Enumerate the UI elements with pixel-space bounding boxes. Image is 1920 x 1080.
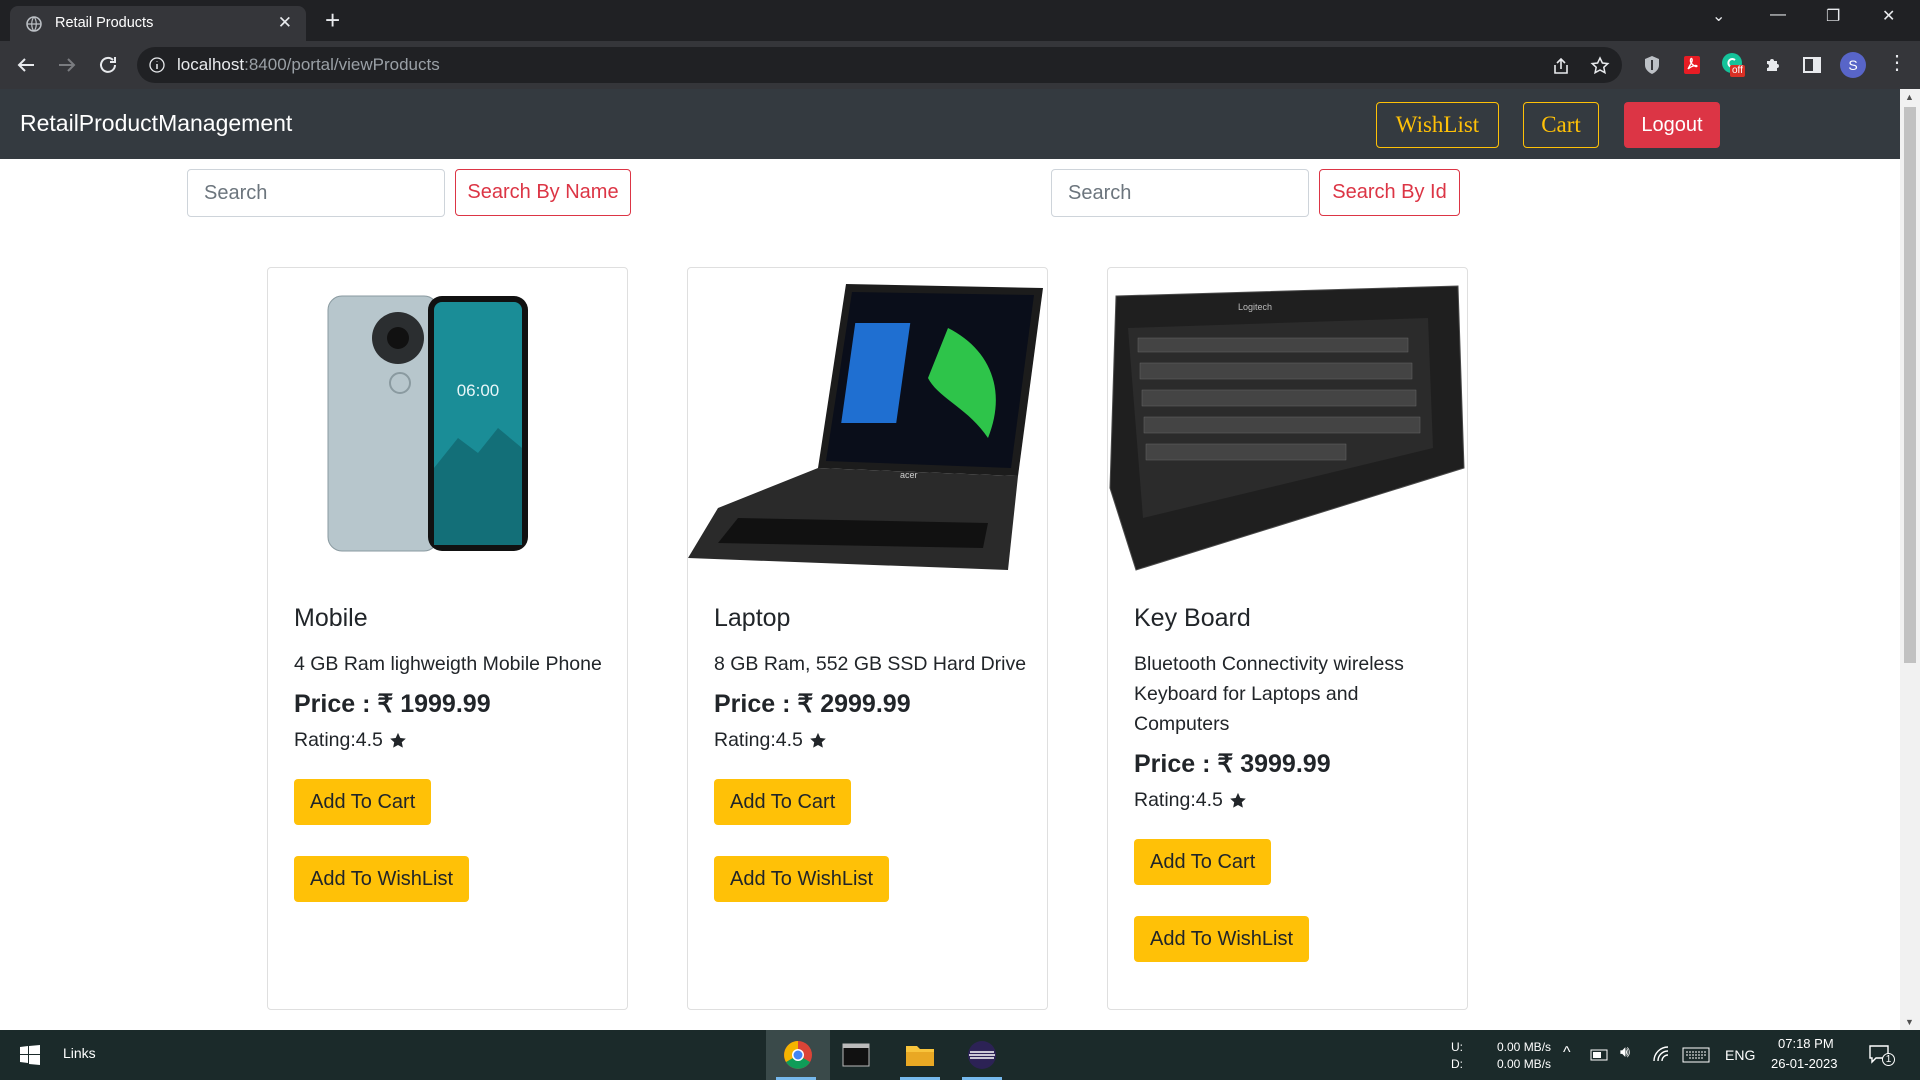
product-description: 8 GB Ram, 552 GB SSD Hard Drive — [714, 653, 1027, 675]
shield-icon[interactable] — [1640, 53, 1664, 77]
restore-icon[interactable]: ❐ — [1826, 6, 1840, 26]
battery-icon[interactable] — [1590, 1048, 1610, 1062]
product-description: 4 GB Ram lighweigth Mobile Phone — [294, 653, 602, 675]
keyboard-brand-text: Logitech — [1238, 302, 1272, 312]
minimize-icon[interactable]: — — [1770, 6, 1786, 24]
info-icon[interactable] — [149, 57, 165, 73]
new-tab-icon[interactable]: + — [325, 6, 340, 34]
search-by-name-button[interactable]: Search By Name — [455, 169, 631, 216]
product-price: Price : ₹ 2999.99 — [714, 690, 911, 718]
keyboard-tray-icon[interactable] — [1682, 1047, 1710, 1063]
scroll-down-icon[interactable]: ▼ — [1905, 1017, 1914, 1027]
product-price: Price : ₹ 3999.99 — [1134, 750, 1331, 778]
product-name: Mobile — [294, 604, 368, 632]
product-price: Price : ₹ 1999.99 — [294, 690, 491, 718]
star-icon — [810, 732, 826, 748]
chrome-icon — [784, 1041, 812, 1069]
rating-text: Rating:4.5 — [1134, 789, 1223, 811]
product-rating: Rating:4.5 — [1134, 789, 1447, 812]
clock-time[interactable]: 07:18 PM — [1778, 1036, 1834, 1051]
product-rating: Rating:4.5 — [294, 729, 607, 752]
address-bar[interactable]: localhost:8400/portal/viewProducts — [137, 47, 1622, 83]
keyboard-product-image: Logitech — [1109, 285, 1465, 571]
app-navbar: RetailProductManagement WishList Cart Lo… — [0, 89, 1900, 159]
mobile-product-image: 06:00 — [327, 295, 528, 552]
net-down-speed: 0.00 MB/s — [1497, 1057, 1552, 1071]
notification-count: 1 — [1882, 1053, 1895, 1066]
product-name: Laptop — [714, 604, 791, 632]
clock-date[interactable]: 26-01-2023 — [1771, 1056, 1838, 1071]
volume-icon[interactable]: 🔊︎ — [1620, 1044, 1630, 1062]
profile-avatar[interactable]: S — [1840, 52, 1866, 78]
profile-initial: S — [1848, 57, 1858, 73]
wifi-icon[interactable] — [1652, 1045, 1670, 1063]
net-up-label: U: — [1451, 1040, 1463, 1054]
browser-tab[interactable]: Retail Products ✕ — [10, 6, 306, 41]
add-to-cart-button[interactable]: Add To Cart — [714, 779, 852, 825]
phone-screen-time: 06:00 — [457, 381, 500, 400]
browser-tab-strip: Retail Products ✕ + ⌄ — ❐ ✕ — [0, 0, 1920, 41]
back-icon[interactable] — [14, 53, 38, 77]
scroll-up-icon[interactable]: ▲ — [1905, 92, 1914, 102]
close-tab-icon[interactable]: ✕ — [278, 13, 292, 33]
laptop-product-image: acer — [688, 284, 1043, 570]
url-text: localhost:8400/portal/viewProducts — [177, 55, 440, 74]
product-description: Bluetooth Connectivity wireless Keyboard… — [1134, 653, 1404, 735]
wishlist-button[interactable]: WishList — [1376, 102, 1499, 148]
terminal-icon — [842, 1043, 870, 1067]
forward-icon[interactable] — [55, 53, 79, 77]
product-rating: Rating:4.5 — [714, 729, 1027, 752]
product-card-keyboard: Logitech Key Board Bluetooth Connectivit… — [1107, 267, 1468, 1010]
globe-icon — [26, 16, 42, 32]
reload-icon[interactable] — [96, 53, 120, 77]
notifications-button[interactable]: 1 — [1868, 1044, 1895, 1069]
search-by-name-input[interactable] — [187, 169, 445, 217]
cart-button[interactable]: Cart — [1523, 102, 1599, 148]
rating-text: Rating:4.5 — [294, 729, 383, 751]
net-up-speed: 0.00 MB/s — [1497, 1040, 1552, 1054]
folder-icon — [906, 1046, 934, 1066]
brand-title[interactable]: RetailProductManagement — [20, 110, 292, 137]
laptop-brand-text: acer — [900, 470, 918, 480]
add-to-wishlist-button[interactable]: Add To WishList — [294, 856, 470, 902]
extension-badge: off — [1730, 65, 1745, 77]
search-by-id-input[interactable] — [1051, 169, 1309, 217]
menu-kebab-icon[interactable]: ⋮ — [1887, 51, 1907, 75]
tab-title: Retail Products — [55, 15, 154, 31]
scrollbar-thumb[interactable] — [1904, 107, 1916, 663]
star-icon — [1230, 792, 1246, 808]
bookmark-star-icon[interactable] — [1590, 56, 1610, 76]
grammarly-extension[interactable]: off — [1720, 51, 1748, 79]
product-name: Key Board — [1134, 604, 1251, 632]
language-indicator[interactable]: ENG — [1725, 1047, 1755, 1063]
windows-start-icon[interactable] — [20, 1045, 40, 1065]
add-to-wishlist-button[interactable]: Add To WishList — [1134, 916, 1310, 962]
tab-search-icon[interactable]: ⌄ — [1712, 6, 1725, 26]
browser-toolbar: localhost:8400/portal/viewProducts off S… — [0, 41, 1920, 89]
product-card-mobile: 06:00 Mobile 4 GB Ram lighweigth Mobile … — [267, 267, 628, 1010]
logout-button[interactable]: Logout — [1624, 102, 1720, 148]
windows-taskbar: Links U: D: 0.00 MB/s 0.00 MB/s ^ 🔊︎ ENG… — [0, 1030, 1920, 1080]
net-down-label: D: — [1451, 1057, 1463, 1071]
links-toolbar[interactable]: Links — [63, 1045, 96, 1061]
star-icon — [390, 732, 406, 748]
eclipse-icon — [968, 1041, 996, 1069]
add-to-cart-button[interactable]: Add To Cart — [1134, 839, 1272, 885]
share-icon[interactable] — [1551, 56, 1571, 76]
search-by-id-button[interactable]: Search By Id — [1319, 169, 1460, 216]
extensions-puzzle-icon[interactable] — [1761, 53, 1785, 77]
product-card-laptop: acer Laptop 8 GB Ram, 552 GB SSD Hard Dr… — [687, 267, 1048, 1010]
add-to-wishlist-button[interactable]: Add To WishList — [714, 856, 890, 902]
taskbar-file-explorer[interactable] — [890, 1030, 950, 1080]
pdf-extension-icon[interactable] — [1680, 53, 1704, 77]
taskbar-terminal[interactable] — [826, 1030, 886, 1080]
add-to-cart-button[interactable]: Add To Cart — [294, 779, 432, 825]
window-close-icon[interactable]: ✕ — [1882, 6, 1895, 26]
rating-text: Rating:4.5 — [714, 729, 803, 751]
page-scrollbar[interactable]: ▲ ▼ — [1900, 89, 1920, 1030]
taskbar-eclipse[interactable] — [952, 1030, 1012, 1080]
side-panel-icon[interactable] — [1800, 53, 1824, 77]
taskbar-chrome[interactable] — [766, 1030, 830, 1080]
show-hidden-icons-icon[interactable]: ^ — [1563, 1044, 1571, 1062]
